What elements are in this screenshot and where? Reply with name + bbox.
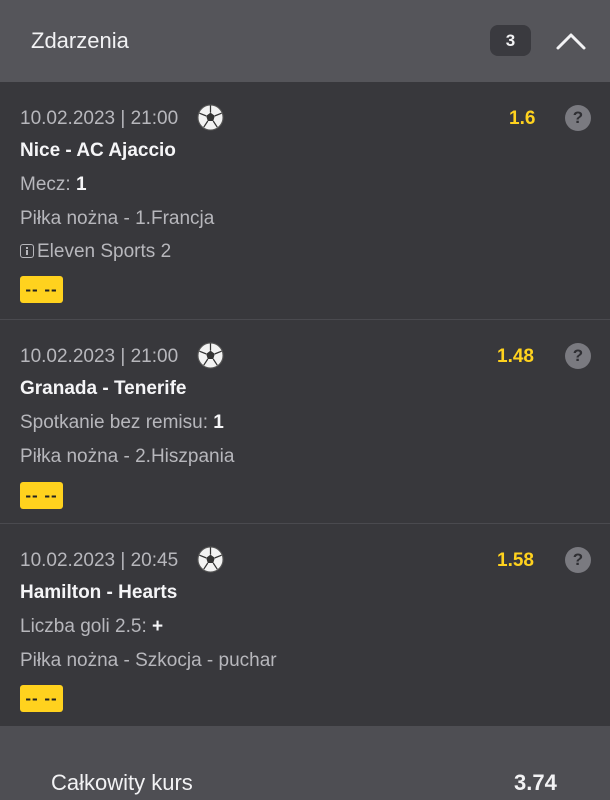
event-card[interactable]: 10.02.2023 | 21:00 1.48 ? Granada - Tene…	[0, 320, 610, 524]
event-datetime: 10.02.2023 | 20:45	[20, 550, 179, 571]
event-odds[interactable]: 1.6	[509, 108, 535, 130]
broadcast-name: Eleven Sports 2	[37, 241, 172, 262]
total-odds-value: 3.74	[514, 770, 557, 795]
football-icon	[197, 546, 224, 573]
status-badge: -- --	[20, 482, 63, 509]
event-market: Mecz: 1	[20, 174, 87, 196]
event-odds[interactable]: 1.48	[497, 346, 534, 368]
market-pick: +	[152, 616, 164, 637]
help-icon[interactable]: ?	[565, 547, 591, 573]
event-datetime: 10.02.2023 | 21:00	[20, 346, 179, 367]
event-league: Piłka nożna - 2.Hiszpania	[20, 446, 235, 467]
help-icon[interactable]: ?	[565, 343, 591, 369]
event-league: Piłka nożna - 1.Francja	[20, 208, 215, 229]
status-badge: -- --	[20, 685, 63, 712]
header-title: Zdarzenia	[31, 28, 129, 53]
market-label: Liczba goli 2.5:	[20, 616, 153, 637]
event-card[interactable]: 10.02.2023 | 21:00 1.6 ? Nice - AC Ajacc…	[0, 82, 610, 320]
football-icon	[197, 342, 224, 369]
status-badge: -- --	[20, 276, 63, 303]
events-list: 10.02.2023 | 21:00 1.6 ? Nice - AC Ajacc…	[0, 82, 610, 728]
market-pick: 1	[213, 412, 224, 433]
event-teams: Hamilton - Hearts	[20, 582, 178, 603]
total-odds-bar: Całkowity kurs 3.74	[0, 726, 610, 800]
total-odds-label: Całkowity kurs	[51, 770, 193, 795]
event-teams: Granada - Tenerife	[20, 378, 187, 399]
info-icon	[20, 244, 34, 258]
event-datetime: 10.02.2023 | 21:00	[20, 108, 179, 129]
event-count-badge: 3	[490, 25, 531, 56]
event-card[interactable]: 10.02.2023 | 20:45 1.58 ? Hamilton - Hea…	[0, 524, 610, 728]
event-odds[interactable]: 1.58	[497, 550, 534, 572]
event-market: Spotkanie bez remisu: 1	[20, 412, 224, 434]
event-teams: Nice - AC Ajaccio	[20, 140, 176, 161]
event-market: Liczba goli 2.5: +	[20, 616, 163, 638]
help-icon[interactable]: ?	[565, 105, 591, 131]
event-broadcast: Eleven Sports 2	[20, 241, 171, 263]
event-league: Piłka nożna - Szkocja - puchar	[20, 650, 277, 671]
market-label: Mecz:	[20, 174, 76, 195]
chevron-up-icon[interactable]	[554, 26, 588, 54]
market-pick: 1	[75, 174, 87, 195]
events-header[interactable]: Zdarzenia 3	[0, 0, 610, 82]
football-icon	[197, 104, 224, 131]
market-label: Spotkanie bez remisu:	[20, 412, 214, 433]
